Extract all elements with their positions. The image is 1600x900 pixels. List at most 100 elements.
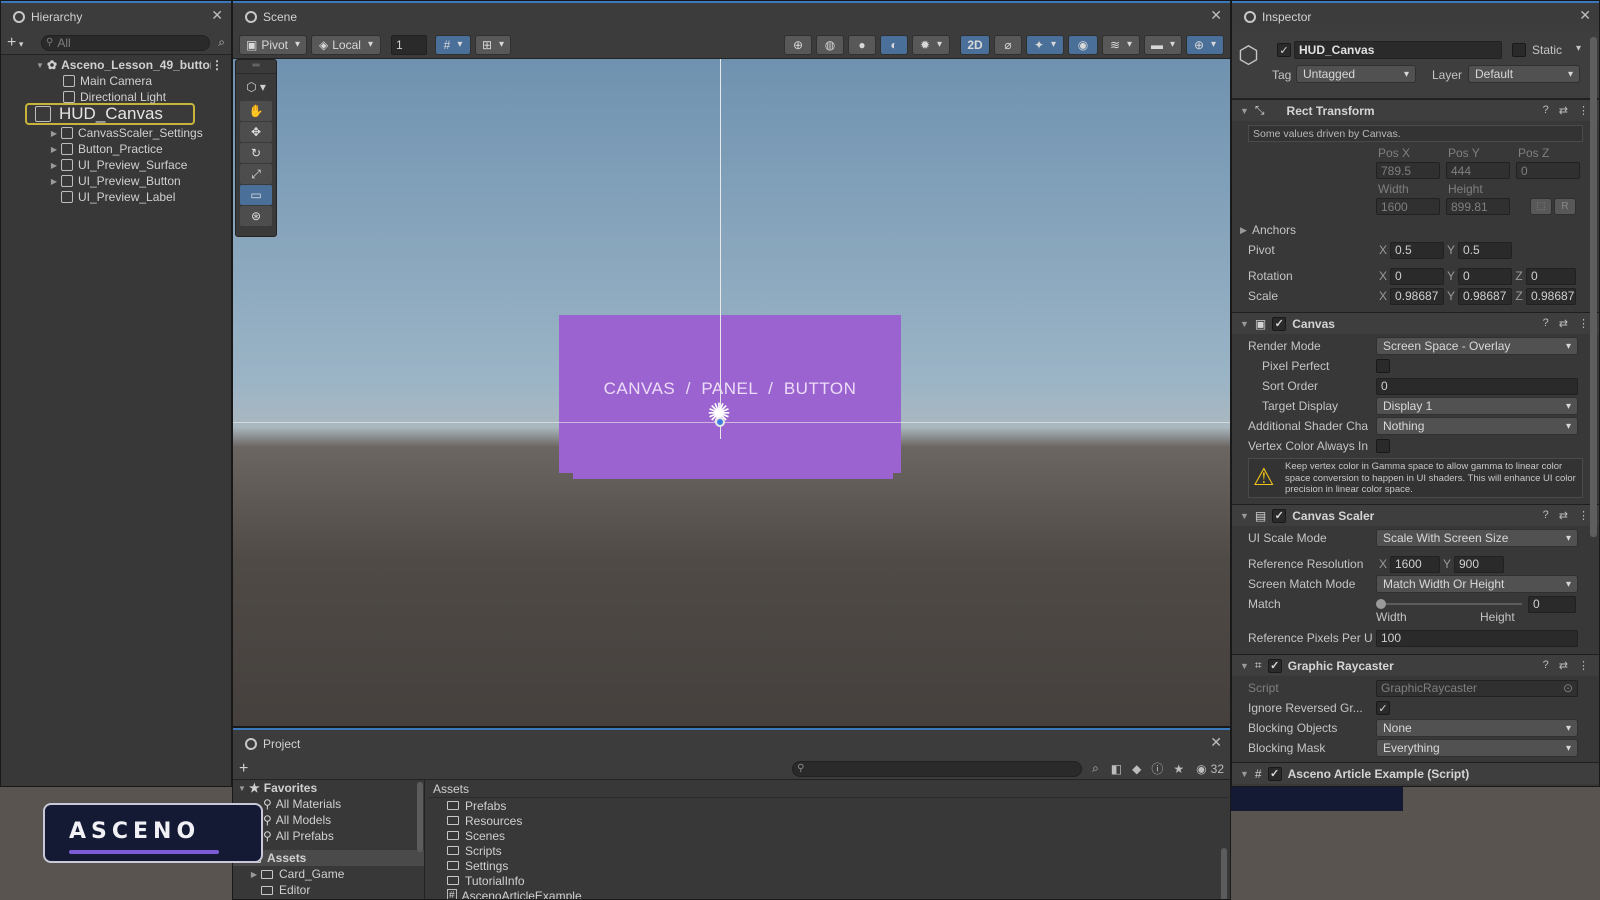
sort-order-field[interactable]: 0	[1376, 377, 1578, 395]
render-shaded-button[interactable]: ●	[848, 34, 876, 55]
grid-size-input[interactable]: 1	[391, 34, 427, 55]
foldout-arrow-icon[interactable]: ▼	[1240, 769, 1249, 779]
grid-snapping-button[interactable]: #	[435, 34, 471, 55]
help-icon[interactable]: ?	[1543, 317, 1549, 330]
search-by-type-icon[interactable]: ⌕	[1092, 761, 1099, 776]
fx-toggle-button[interactable]: ✦	[1026, 34, 1064, 55]
graphic-raycaster-header[interactable]: ▼ ⌗ ✓ Graphic Raycaster ? ⇄ ⋮	[1232, 654, 1599, 676]
move-tool-button[interactable]: ✥	[240, 122, 272, 142]
label-icon[interactable]: ◆	[1132, 762, 1141, 776]
blocking-mask-dropdown[interactable]: Everything	[1376, 739, 1578, 757]
expand-arrow-icon[interactable]: ▶	[49, 161, 59, 170]
help-icon[interactable]: ?	[1543, 104, 1549, 117]
transform-tool-button[interactable]: ⊛	[240, 206, 272, 226]
search-options-icon[interactable]: ⌕	[218, 35, 225, 50]
asset-folder[interactable]: Settings	[429, 858, 1229, 873]
canvas-enabled-checkbox[interactable]: ✓	[1272, 316, 1287, 331]
favorites-row[interactable]: ▼ ★ Favorites	[233, 780, 424, 796]
hierarchy-item-main-camera[interactable]: Main Camera	[1, 73, 231, 89]
scene-row[interactable]: ▼ ✿ Asceno_Lesson_49_buttor ⋮	[1, 57, 231, 73]
help-icon[interactable]: ?	[1543, 509, 1549, 522]
project-tab[interactable]: Project	[233, 728, 1230, 758]
vertex-color-checkbox[interactable]	[1376, 439, 1390, 453]
foldout-arrow-icon[interactable]: ▼	[1240, 511, 1249, 521]
project-search-input[interactable]: ⚲	[792, 760, 1083, 777]
anchors-row[interactable]: ▶ Anchors	[1232, 220, 1599, 240]
render-shaded-wireframe-button[interactable]: ◍	[816, 34, 844, 55]
add-button[interactable]: + ▾	[7, 34, 37, 52]
presets-icon[interactable]: ⇄	[1559, 509, 1568, 522]
asset-tree-item[interactable]: Editor	[233, 882, 424, 898]
rotation-z-field[interactable]: 0	[1526, 267, 1576, 285]
render-wireframe-button[interactable]: ⊕	[784, 34, 812, 55]
help-icon[interactable]: ?	[1543, 659, 1549, 672]
close-icon[interactable]: ✕	[1579, 8, 1591, 22]
pivot-handle[interactable]	[715, 417, 725, 427]
tree-scrollbar[interactable]	[417, 782, 423, 852]
tag-dropdown[interactable]: Untagged	[1296, 65, 1416, 83]
inspector-tab[interactable]: Inspector	[1232, 1, 1599, 31]
pivot-dropdown[interactable]: ▣ Pivot	[239, 34, 307, 55]
rotation-y-field[interactable]: 0	[1458, 267, 1512, 285]
scene-tab[interactable]: Scene	[233, 1, 1230, 31]
reference-y-field[interactable]: 900	[1454, 555, 1504, 573]
hidden-packages-icon[interactable]: ◉	[1196, 762, 1206, 776]
raw-edit-button[interactable]: R	[1554, 198, 1576, 215]
inspector-scrollbar[interactable]	[1590, 37, 1597, 537]
tool-mode-dropdown[interactable]: ⬡ ▾	[236, 74, 276, 100]
layer-dropdown[interactable]: Default	[1468, 65, 1580, 83]
scene-viewport[interactable]: CANVAS / PANEL / BUTTON ✺	[233, 59, 1230, 726]
kebab-menu-icon[interactable]: ⋮	[1578, 509, 1589, 522]
presets-icon[interactable]: ⇄	[1559, 317, 1568, 330]
expand-arrow-icon[interactable]: ▶	[49, 129, 59, 138]
info-icon[interactable]: ⓘ	[1151, 760, 1163, 777]
overlay-grip[interactable]: ═	[236, 60, 276, 74]
debug-draw-button[interactable]: ✹	[912, 34, 950, 55]
expand-arrow-icon[interactable]: ▼	[237, 784, 247, 793]
hierarchy-item-ui-preview-button[interactable]: ▶ UI_Preview_Button	[1, 173, 231, 189]
content-scrollbar[interactable]	[1221, 848, 1227, 899]
close-icon[interactable]: ✕	[1210, 8, 1222, 22]
presets-icon[interactable]: ⇄	[1559, 659, 1568, 672]
scale-z-field[interactable]: 0.98687	[1526, 287, 1576, 305]
blocking-objects-dropdown[interactable]: None	[1376, 719, 1578, 737]
kebab-menu-icon[interactable]: ⋮	[1578, 659, 1589, 672]
match-slider-thumb[interactable]	[1376, 599, 1386, 609]
kebab-menu-icon[interactable]: ⋮	[1578, 317, 1589, 330]
asset-tree-item[interactable]: ▶ Card_Game	[233, 866, 424, 882]
rect-transform-header[interactable]: ▼ ⤡ Rect Transform ? ⇄ ⋮	[1232, 99, 1599, 121]
reference-ppu-field[interactable]: 100	[1376, 629, 1578, 647]
graphic-raycaster-enabled-checkbox[interactable]: ✓	[1267, 658, 1282, 673]
pivot-y-field[interactable]: 0.5	[1458, 241, 1512, 259]
shader-channels-dropdown[interactable]: Nothing	[1376, 417, 1578, 435]
create-asset-button[interactable]: +	[239, 760, 259, 778]
close-icon[interactable]: ✕	[1210, 735, 1222, 749]
foldout-arrow-icon[interactable]: ▼	[1240, 106, 1249, 116]
star-icon[interactable]: ★	[1173, 762, 1184, 776]
visibility-button[interactable]: ◉	[1068, 34, 1098, 55]
asset-folder[interactable]: Prefabs	[429, 798, 1229, 813]
hierarchy-item-button-practice[interactable]: ▶ Button_Practice	[1, 141, 231, 157]
canvas-scaler-header[interactable]: ▼ ▤ ✓ Canvas Scaler ? ⇄ ⋮	[1232, 504, 1599, 526]
hierarchy-search-input[interactable]: ⚲ All	[41, 34, 211, 51]
object-name-input[interactable]: HUD_Canvas	[1294, 41, 1502, 59]
canvas-scaler-enabled-checkbox[interactable]: ✓	[1272, 508, 1287, 523]
asset-folder[interactable]: Scenes	[429, 828, 1229, 843]
foldout-arrow-icon[interactable]: ▶	[1240, 225, 1252, 236]
hierarchy-tab[interactable]: Hierarchy	[1, 1, 231, 31]
asset-script[interactable]: # AscenoArticleExample	[429, 888, 1229, 899]
expand-arrow-icon[interactable]: ▶	[249, 870, 259, 879]
project-breadcrumb[interactable]: Assets	[429, 780, 1229, 798]
gizmos-button[interactable]: ⊕	[1186, 34, 1224, 55]
render-mode-dropdown[interactable]: Screen Space - Overlay	[1376, 337, 1578, 355]
scale-x-field[interactable]: 0.98687	[1390, 287, 1444, 305]
presets-icon[interactable]: ⇄	[1559, 104, 1568, 117]
target-display-dropdown[interactable]: Display 1	[1376, 397, 1578, 415]
static-dropdown-icon[interactable]: ▾	[1576, 43, 1581, 54]
pixel-perfect-checkbox[interactable]	[1376, 359, 1390, 373]
scale-y-field[interactable]: 0.98687	[1458, 287, 1512, 305]
scale-tool-button[interactable]: ⤢	[240, 164, 272, 184]
kebab-menu-icon[interactable]: ⋮	[211, 58, 223, 72]
pivot-x-field[interactable]: 0.5	[1390, 241, 1444, 259]
increment-snap-button[interactable]: ⊞	[475, 34, 511, 55]
